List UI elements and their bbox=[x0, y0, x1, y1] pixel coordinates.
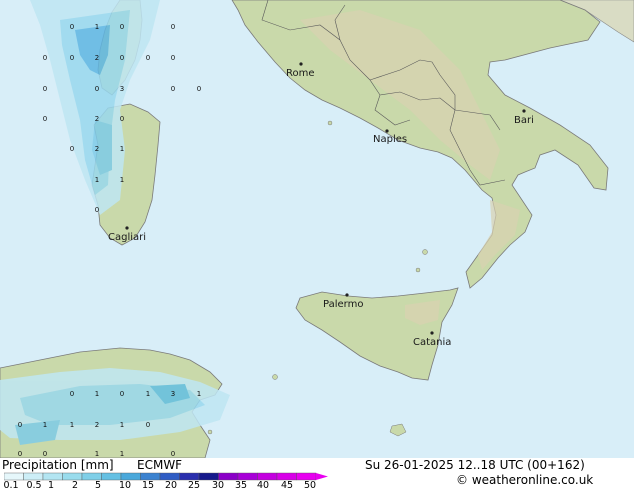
legend-swatch bbox=[276, 472, 297, 481]
city-label-cagliari: Cagliari bbox=[108, 232, 146, 243]
island bbox=[327, 120, 333, 126]
model-name: ECMWF bbox=[137, 458, 183, 472]
legend-swatch bbox=[296, 472, 317, 481]
legend-swatch bbox=[218, 472, 239, 481]
city-dot-cagliari bbox=[125, 226, 129, 230]
legend-swatch bbox=[81, 472, 102, 481]
city-label-rome: Rome bbox=[286, 68, 315, 79]
legend-swatch bbox=[23, 472, 44, 481]
grid-value: 2 bbox=[95, 54, 99, 62]
grid-value: 1 bbox=[120, 145, 124, 153]
legend-swatch bbox=[198, 472, 219, 481]
city-label-naples: Naples bbox=[373, 134, 407, 145]
city-dot-catania bbox=[430, 331, 434, 335]
grid-value: 1 bbox=[120, 450, 124, 458]
grid-value: 3 bbox=[120, 85, 124, 93]
grid-value: 0 bbox=[70, 23, 74, 31]
grid-value: 1 bbox=[95, 390, 99, 398]
precipitation-map: 0 1 0 0 0 0 2 0 0 0 0 0 3 0 0 0 2 0 0 2 … bbox=[0, 0, 634, 458]
city-dot-naples bbox=[385, 129, 389, 133]
legend-swatch bbox=[140, 472, 161, 481]
city-dot-rome bbox=[299, 62, 303, 66]
grid-value: 1 bbox=[146, 390, 150, 398]
island bbox=[422, 249, 428, 255]
grid-value: 1 bbox=[95, 450, 99, 458]
grid-value: 1 bbox=[43, 421, 47, 429]
legend-swatch bbox=[62, 472, 83, 481]
grid-value: 1 bbox=[120, 421, 124, 429]
grid-value: 0 bbox=[120, 23, 124, 31]
city-dot-bari bbox=[522, 109, 526, 113]
legend-swatch bbox=[42, 472, 63, 481]
grid-value: 0 bbox=[18, 450, 22, 458]
grid-value: 0 bbox=[197, 85, 201, 93]
grid-value: 1 bbox=[120, 176, 124, 184]
grid-value: 2 bbox=[95, 145, 99, 153]
map-footer: Precipitation [mm] ECMWF Su 26-01-2025 1… bbox=[0, 458, 634, 491]
grid-value: 0 bbox=[146, 54, 150, 62]
grid-value: 0 bbox=[171, 450, 175, 458]
precipitation-title: Precipitation [mm] bbox=[2, 458, 114, 472]
grid-value: 0 bbox=[171, 23, 175, 31]
copyright-credit: © weatheronline.co.uk bbox=[456, 473, 594, 487]
grid-value: 0 bbox=[43, 450, 47, 458]
grid-value: 3 bbox=[171, 390, 175, 398]
legend-swatch bbox=[159, 472, 180, 481]
grid-value: 0 bbox=[146, 421, 150, 429]
grid-value: 1 bbox=[95, 176, 99, 184]
grid-value: 2 bbox=[95, 115, 99, 123]
grid-value: 0 bbox=[171, 85, 175, 93]
legend-swatch bbox=[257, 472, 278, 481]
grid-value: 1 bbox=[197, 390, 201, 398]
grid-value: 0 bbox=[120, 115, 124, 123]
city-label-palermo: Palermo bbox=[323, 299, 363, 310]
grid-value: 0 bbox=[171, 54, 175, 62]
legend-swatch bbox=[237, 472, 258, 481]
grid-value: 0 bbox=[95, 206, 99, 214]
grid-value: 0 bbox=[43, 54, 47, 62]
grid-value: 2 bbox=[95, 421, 99, 429]
legend-swatch bbox=[120, 472, 141, 481]
grid-value: 0 bbox=[18, 421, 22, 429]
legend-swatch bbox=[179, 472, 200, 481]
grid-value: 0 bbox=[120, 390, 124, 398]
city-dot-palermo bbox=[345, 293, 349, 297]
grid-value: 0 bbox=[43, 115, 47, 123]
grid-value: 1 bbox=[95, 23, 99, 31]
grid-value: 0 bbox=[70, 145, 74, 153]
city-label-catania: Catania bbox=[413, 337, 451, 348]
grid-value: 0 bbox=[95, 85, 99, 93]
grid-value: 0 bbox=[120, 54, 124, 62]
city-label-bari: Bari bbox=[514, 115, 534, 126]
island bbox=[272, 374, 278, 380]
island bbox=[415, 267, 421, 273]
grid-value: 0 bbox=[43, 85, 47, 93]
grid-value: 0 bbox=[70, 54, 74, 62]
legend-swatch bbox=[101, 472, 122, 481]
valid-time: Su 26-01-2025 12..18 UTC (00+162) bbox=[365, 458, 585, 472]
island bbox=[207, 429, 213, 435]
legend-arrow bbox=[316, 473, 328, 480]
grid-value: 0 bbox=[70, 390, 74, 398]
grid-value: 1 bbox=[70, 421, 74, 429]
legend-swatch bbox=[4, 472, 24, 481]
